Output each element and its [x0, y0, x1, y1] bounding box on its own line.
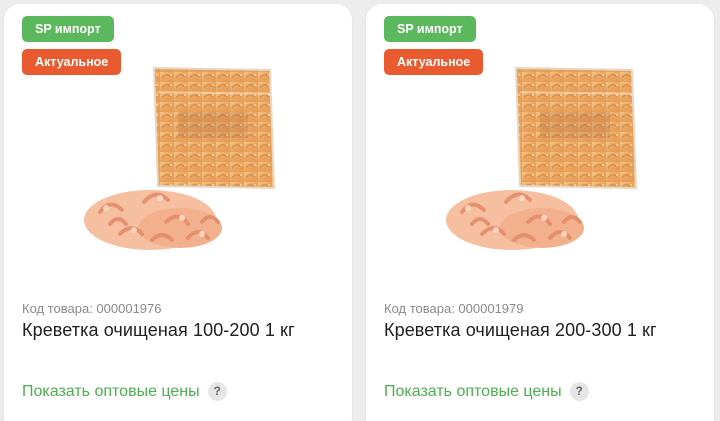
shrimp-product-image: [84, 66, 276, 250]
help-icon[interactable]: ?: [569, 382, 589, 401]
badge-sp-import: SP импорт: [384, 16, 476, 42]
show-wholesale-prices[interactable]: Показать оптовые цены ?: [384, 382, 589, 401]
product-code: Код товара: 000001976: [22, 301, 162, 316]
product-title[interactable]: Креветка очищеная 100-200 1 кг: [22, 320, 295, 341]
show-wholesale-prices[interactable]: Показать оптовые цены ?: [22, 382, 227, 401]
product-card[interactable]: SP импорт Актуальное Код товара: 0000019…: [4, 4, 352, 421]
product-code: Код товара: 000001979: [384, 301, 524, 316]
show-wholesale-prices-link[interactable]: Показать оптовые цены: [384, 383, 562, 401]
help-icon[interactable]: ?: [207, 382, 227, 401]
show-wholesale-prices-link[interactable]: Показать оптовые цены: [22, 383, 200, 401]
product-image[interactable]: [424, 62, 646, 264]
product-image[interactable]: [62, 62, 284, 264]
product-card[interactable]: SP импорт Актуальное Код товара: 0000019…: [366, 4, 714, 421]
shrimp-product-image: [446, 66, 638, 250]
badge-sp-import: SP импорт: [22, 16, 114, 42]
product-title[interactable]: Креветка очищеная 200-300 1 кг: [384, 320, 657, 341]
